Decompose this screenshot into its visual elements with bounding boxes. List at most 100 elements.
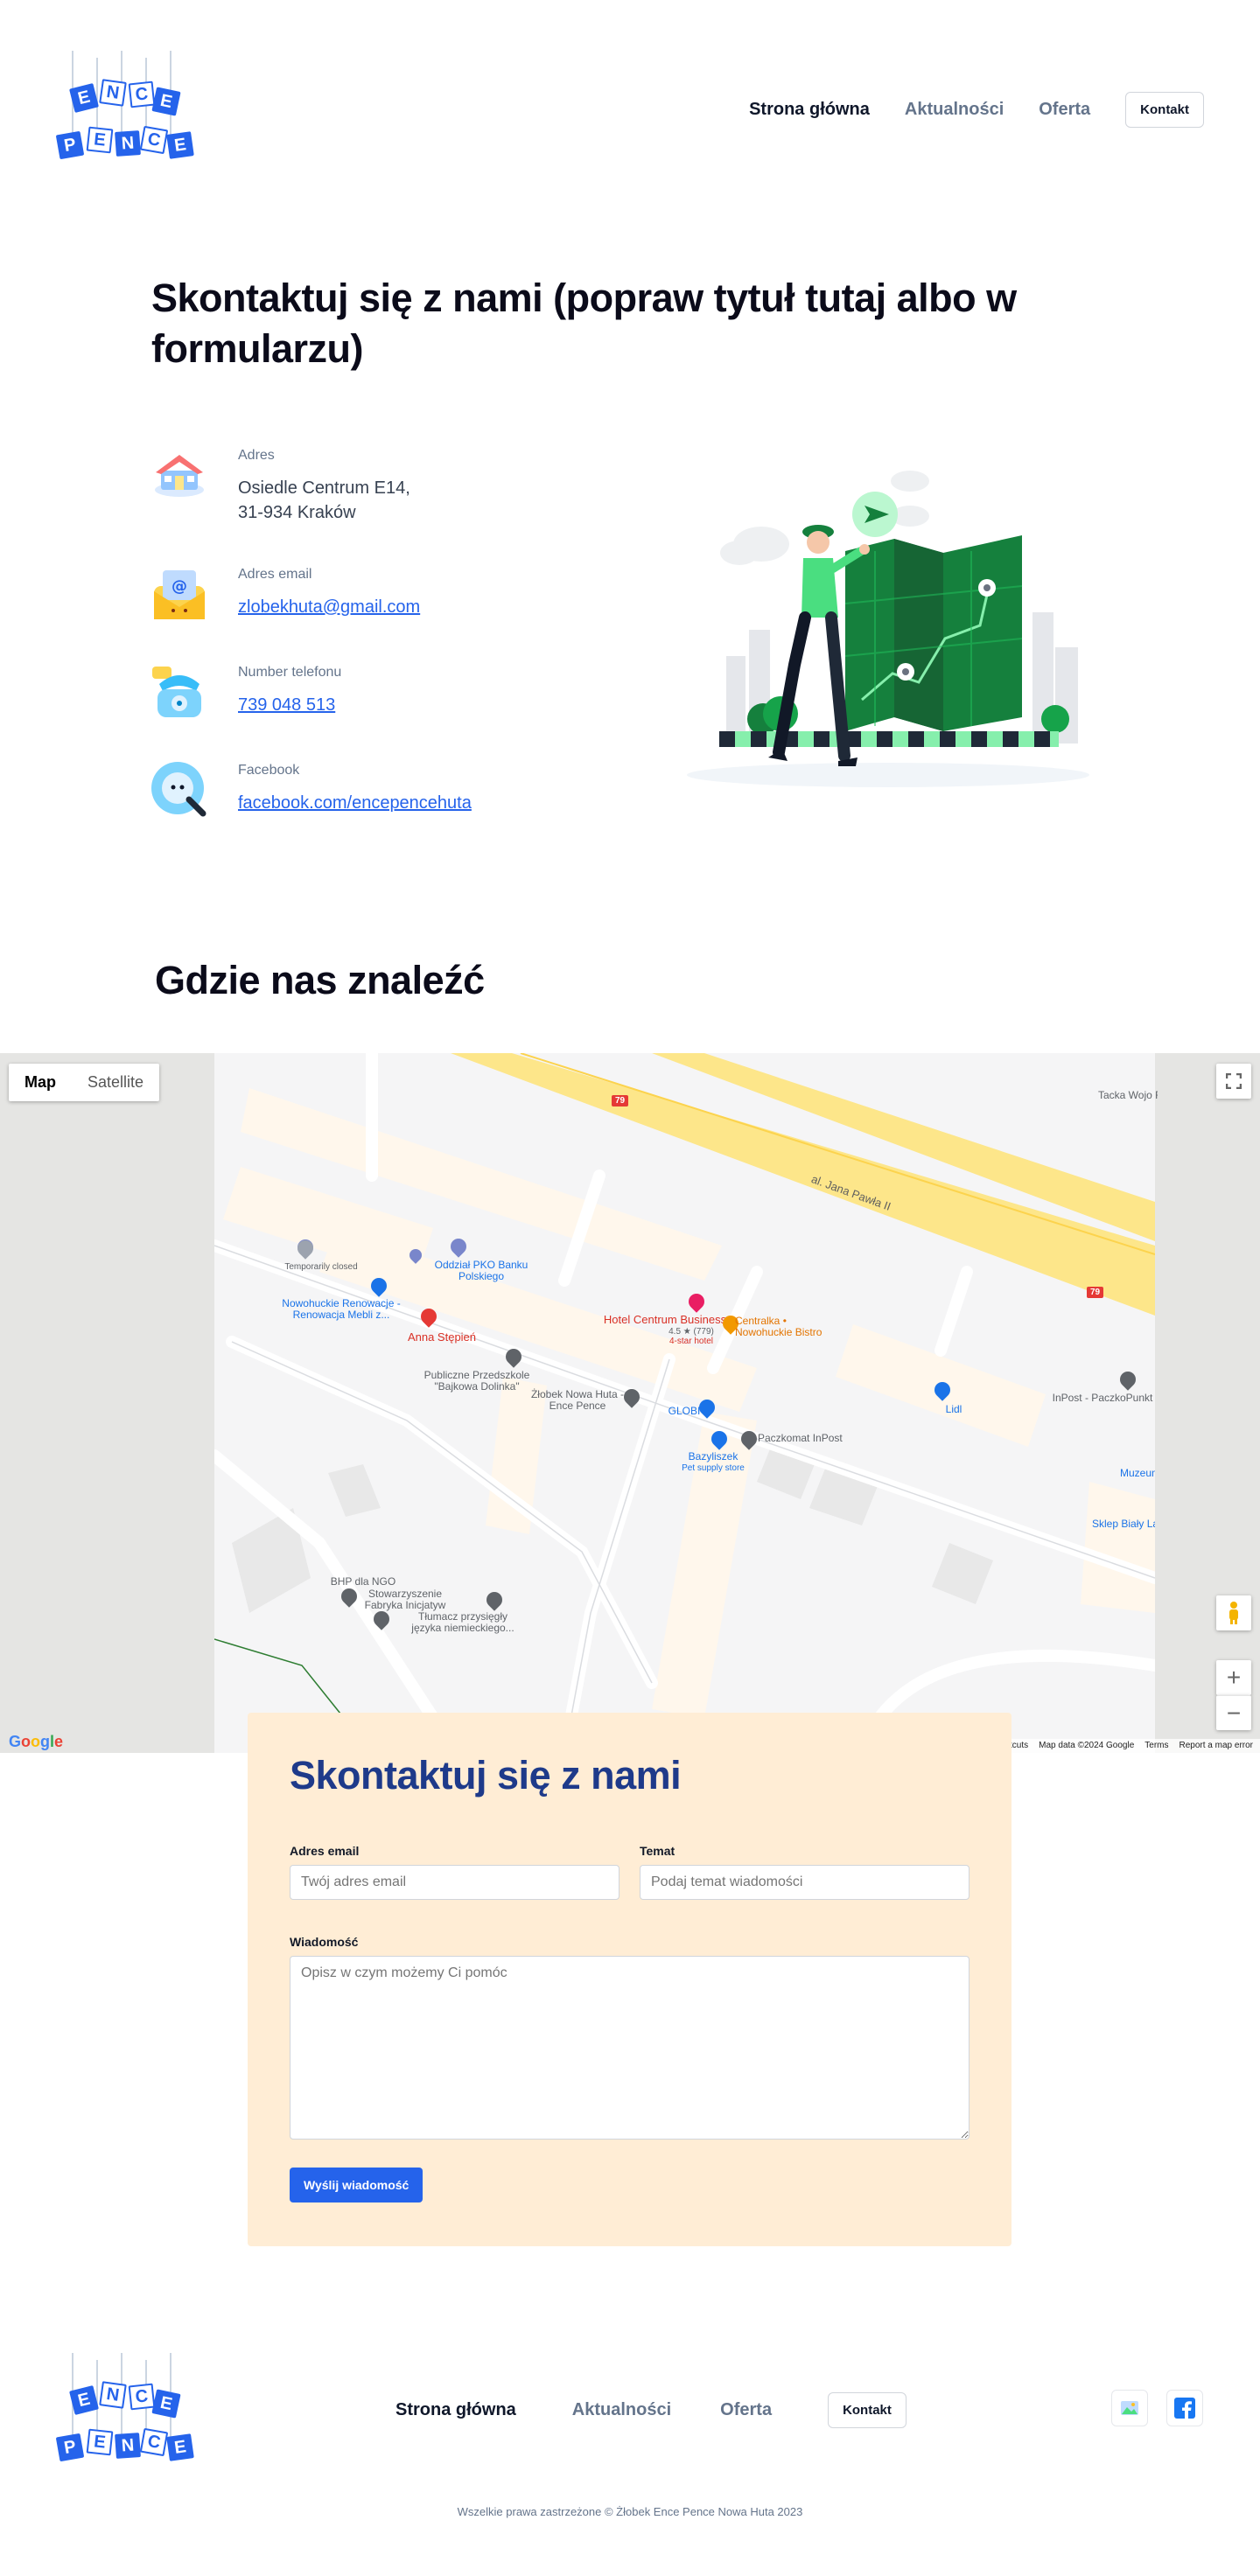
- logo-letter: E: [166, 131, 194, 159]
- mail-icon: @: [150, 565, 208, 623]
- contact-form: Skontaktuj się z nami Adres email Temat …: [248, 1713, 1012, 2246]
- nav-item-home[interactable]: Strona główna: [749, 100, 870, 120]
- map-canvas: [214, 1053, 1155, 1753]
- facebook-icon[interactable]: [1166, 2390, 1203, 2426]
- message-field[interactable]: [290, 1956, 970, 2140]
- poi-lidl[interactable]: Lidl: [936, 1404, 971, 1415]
- poi-bazyliszek-type: Pet supply store: [682, 1463, 745, 1473]
- poi-muzeum[interactable]: Muzeum: [1120, 1468, 1155, 1479]
- address-line2: 31-934 Kraków: [238, 503, 356, 522]
- poi-hotel[interactable]: Hotel Centrum Business: [595, 1314, 735, 1325]
- poi-bhp[interactable]: BHP dla NGO: [324, 1576, 402, 1588]
- nav-item-offer[interactable]: Oferta: [1039, 100, 1090, 120]
- email-field-label: Adres email: [290, 1844, 360, 1858]
- fullscreen-icon[interactable]: [1216, 1064, 1251, 1099]
- contact-phone: Number telefonu 739 048 513: [150, 663, 341, 721]
- map-terms-link[interactable]: Terms: [1144, 1741, 1168, 1751]
- email-label: Adres email: [238, 567, 312, 582]
- poi-przedszkole[interactable]: Publiczne Przedszkole "Bajkowa Dolinka": [420, 1370, 534, 1393]
- address-value: Osiedle Centrum E14, 31-934 Kraków: [238, 476, 410, 525]
- map-type-map[interactable]: Map: [9, 1064, 72, 1101]
- where-title: Gdzie nas znaleźć: [155, 958, 485, 1002]
- phone-link[interactable]: 739 048 513: [238, 693, 341, 717]
- poi-centralka[interactable]: Centralka • Nowohuckie Bistro: [735, 1316, 840, 1338]
- zoom-in-button[interactable]: +: [1216, 1660, 1251, 1695]
- poi-temp-closed: Temporarily closed: [284, 1262, 358, 1272]
- contact-address: Adres Osiedle Centrum E14, 31-934 Kraków: [150, 446, 410, 525]
- phone-label: Number telefonu: [238, 665, 342, 680]
- map-gray-area-left: [0, 1053, 214, 1753]
- poi-sklep[interactable]: Sklep Biały La: [1092, 1518, 1155, 1530]
- contact-facebook: Facebook facebook.com/encepencehuta: [150, 761, 472, 819]
- footer-nav-home[interactable]: Strona główna: [396, 2400, 516, 2420]
- email-link[interactable]: zlobekhuta@gmail.com: [238, 595, 420, 619]
- logo-letter: C: [128, 80, 156, 108]
- site-footer: E N C E P E N C E Strona główna Aktualno…: [0, 2318, 1260, 2576]
- logo-letter: N: [115, 130, 141, 157]
- poi-globi[interactable]: GLOBI: [667, 1406, 702, 1417]
- map-walker-illustration: [665, 455, 1111, 796]
- ence-pence-logo[interactable]: E N C E P E N C E: [52, 51, 201, 173]
- logo-letter: E: [151, 87, 181, 116]
- pegman-icon[interactable]: [1216, 1595, 1251, 1630]
- poi-bazyliszek[interactable]: Bazyliszek: [678, 1451, 748, 1463]
- google-logo: Google: [9, 1733, 64, 1750]
- logo-letter: E: [86, 2428, 114, 2456]
- logo-letter: E: [151, 2389, 181, 2419]
- poi-stowarzyszenie[interactable]: Stowarzyszenie Fabryka Inicjatyw: [357, 1588, 453, 1611]
- poi-tacka[interactable]: Tacka Wojo Renowacja c: [1098, 1090, 1158, 1101]
- google-map[interactable]: 79 79 al. Jana Pawła II Oddział PKO Bank…: [0, 1053, 1260, 1753]
- poi-zlobek[interactable]: Żłobek Nowa Huta - Ence Pence: [529, 1389, 626, 1412]
- gallery-icon[interactable]: [1111, 2390, 1148, 2426]
- nav-item-news[interactable]: Aktualności: [905, 100, 1004, 120]
- logo-letter: N: [99, 79, 127, 107]
- facebook-search-icon: [150, 761, 208, 819]
- facebook-link[interactable]: facebook.com/encepencehuta: [238, 791, 472, 815]
- page-title: Skontaktuj się z nami (popraw tytuł tuta…: [151, 276, 1017, 371]
- logo-letter: N: [115, 2433, 141, 2459]
- map-type-toggle: Map Satellite: [9, 1064, 160, 1101]
- logo-letter: E: [69, 2385, 99, 2415]
- logo-letter: P: [55, 130, 85, 160]
- site-header: E N C E P E N C E Strona główna Aktualno…: [0, 0, 1260, 219]
- logo-letter: E: [86, 126, 114, 154]
- map-gray-area-right: [1155, 1053, 1260, 1753]
- copyright-text: Wszelkie prawa zastrzeżone © Żłobek Ence…: [457, 2505, 803, 2518]
- logo-letter: N: [99, 2381, 127, 2409]
- contact-email: @ Adres email zlobekhuta@gmail.com: [150, 565, 420, 623]
- poi-hotel-type: 4-star hotel: [668, 1337, 714, 1346]
- logo-letter: E: [166, 2433, 194, 2461]
- ence-pence-logo[interactable]: E N C E P E N C E: [52, 2353, 201, 2475]
- route-badge: 79: [1087, 1287, 1104, 1298]
- footer-nav-news[interactable]: Aktualności: [572, 2400, 671, 2420]
- phone-icon: [150, 663, 208, 721]
- route-badge: 79: [612, 1095, 629, 1106]
- address-line1: Osiedle Centrum E14,: [238, 478, 410, 498]
- footer-contact-button[interactable]: Kontakt: [828, 2392, 906, 2428]
- map-report-link[interactable]: Report a map error: [1180, 1741, 1253, 1751]
- form-title: Skontaktuj się z nami: [290, 1753, 682, 1798]
- contact-button[interactable]: Kontakt: [1125, 92, 1204, 128]
- poi-pko[interactable]: Oddział PKO Banku Polskiego: [429, 1260, 534, 1282]
- submit-button[interactable]: Wyślij wiadomość: [290, 2168, 424, 2203]
- poi-nowohuckie[interactable]: Nowohuckie Renowacje - Renowacja Mebli z…: [280, 1298, 402, 1321]
- email-field[interactable]: [290, 1865, 620, 1900]
- zoom-out-button[interactable]: −: [1216, 1695, 1251, 1730]
- map-data-text: Map data ©2024 Google: [1039, 1741, 1135, 1750]
- poi-tlumacz[interactable]: Tłumacz przysięgły języka niemieckiego..…: [406, 1611, 520, 1634]
- subject-field-label: Temat: [640, 1844, 676, 1858]
- poi-paczkomat[interactable]: Paczkomat InPost: [758, 1433, 854, 1444]
- address-label: Adres: [238, 448, 275, 463]
- facebook-label: Facebook: [238, 763, 300, 778]
- message-field-label: Wiadomość: [290, 1935, 359, 1949]
- footer-nav-offer[interactable]: Oferta: [720, 2400, 772, 2420]
- poi-anna[interactable]: Anna Stępień: [394, 1331, 490, 1343]
- map-type-satellite[interactable]: Satellite: [72, 1064, 159, 1101]
- footer-nav: Strona główna Aktualności Oferta Kontakt: [396, 2392, 906, 2428]
- svg-text:@: @: [172, 577, 187, 596]
- house-icon: [150, 446, 208, 504]
- subject-field[interactable]: [640, 1865, 970, 1900]
- logo-letter: C: [139, 2427, 169, 2457]
- poi-inpost[interactable]: InPost - PaczkoPunkt: [1050, 1393, 1155, 1404]
- logo-letter: E: [69, 83, 99, 113]
